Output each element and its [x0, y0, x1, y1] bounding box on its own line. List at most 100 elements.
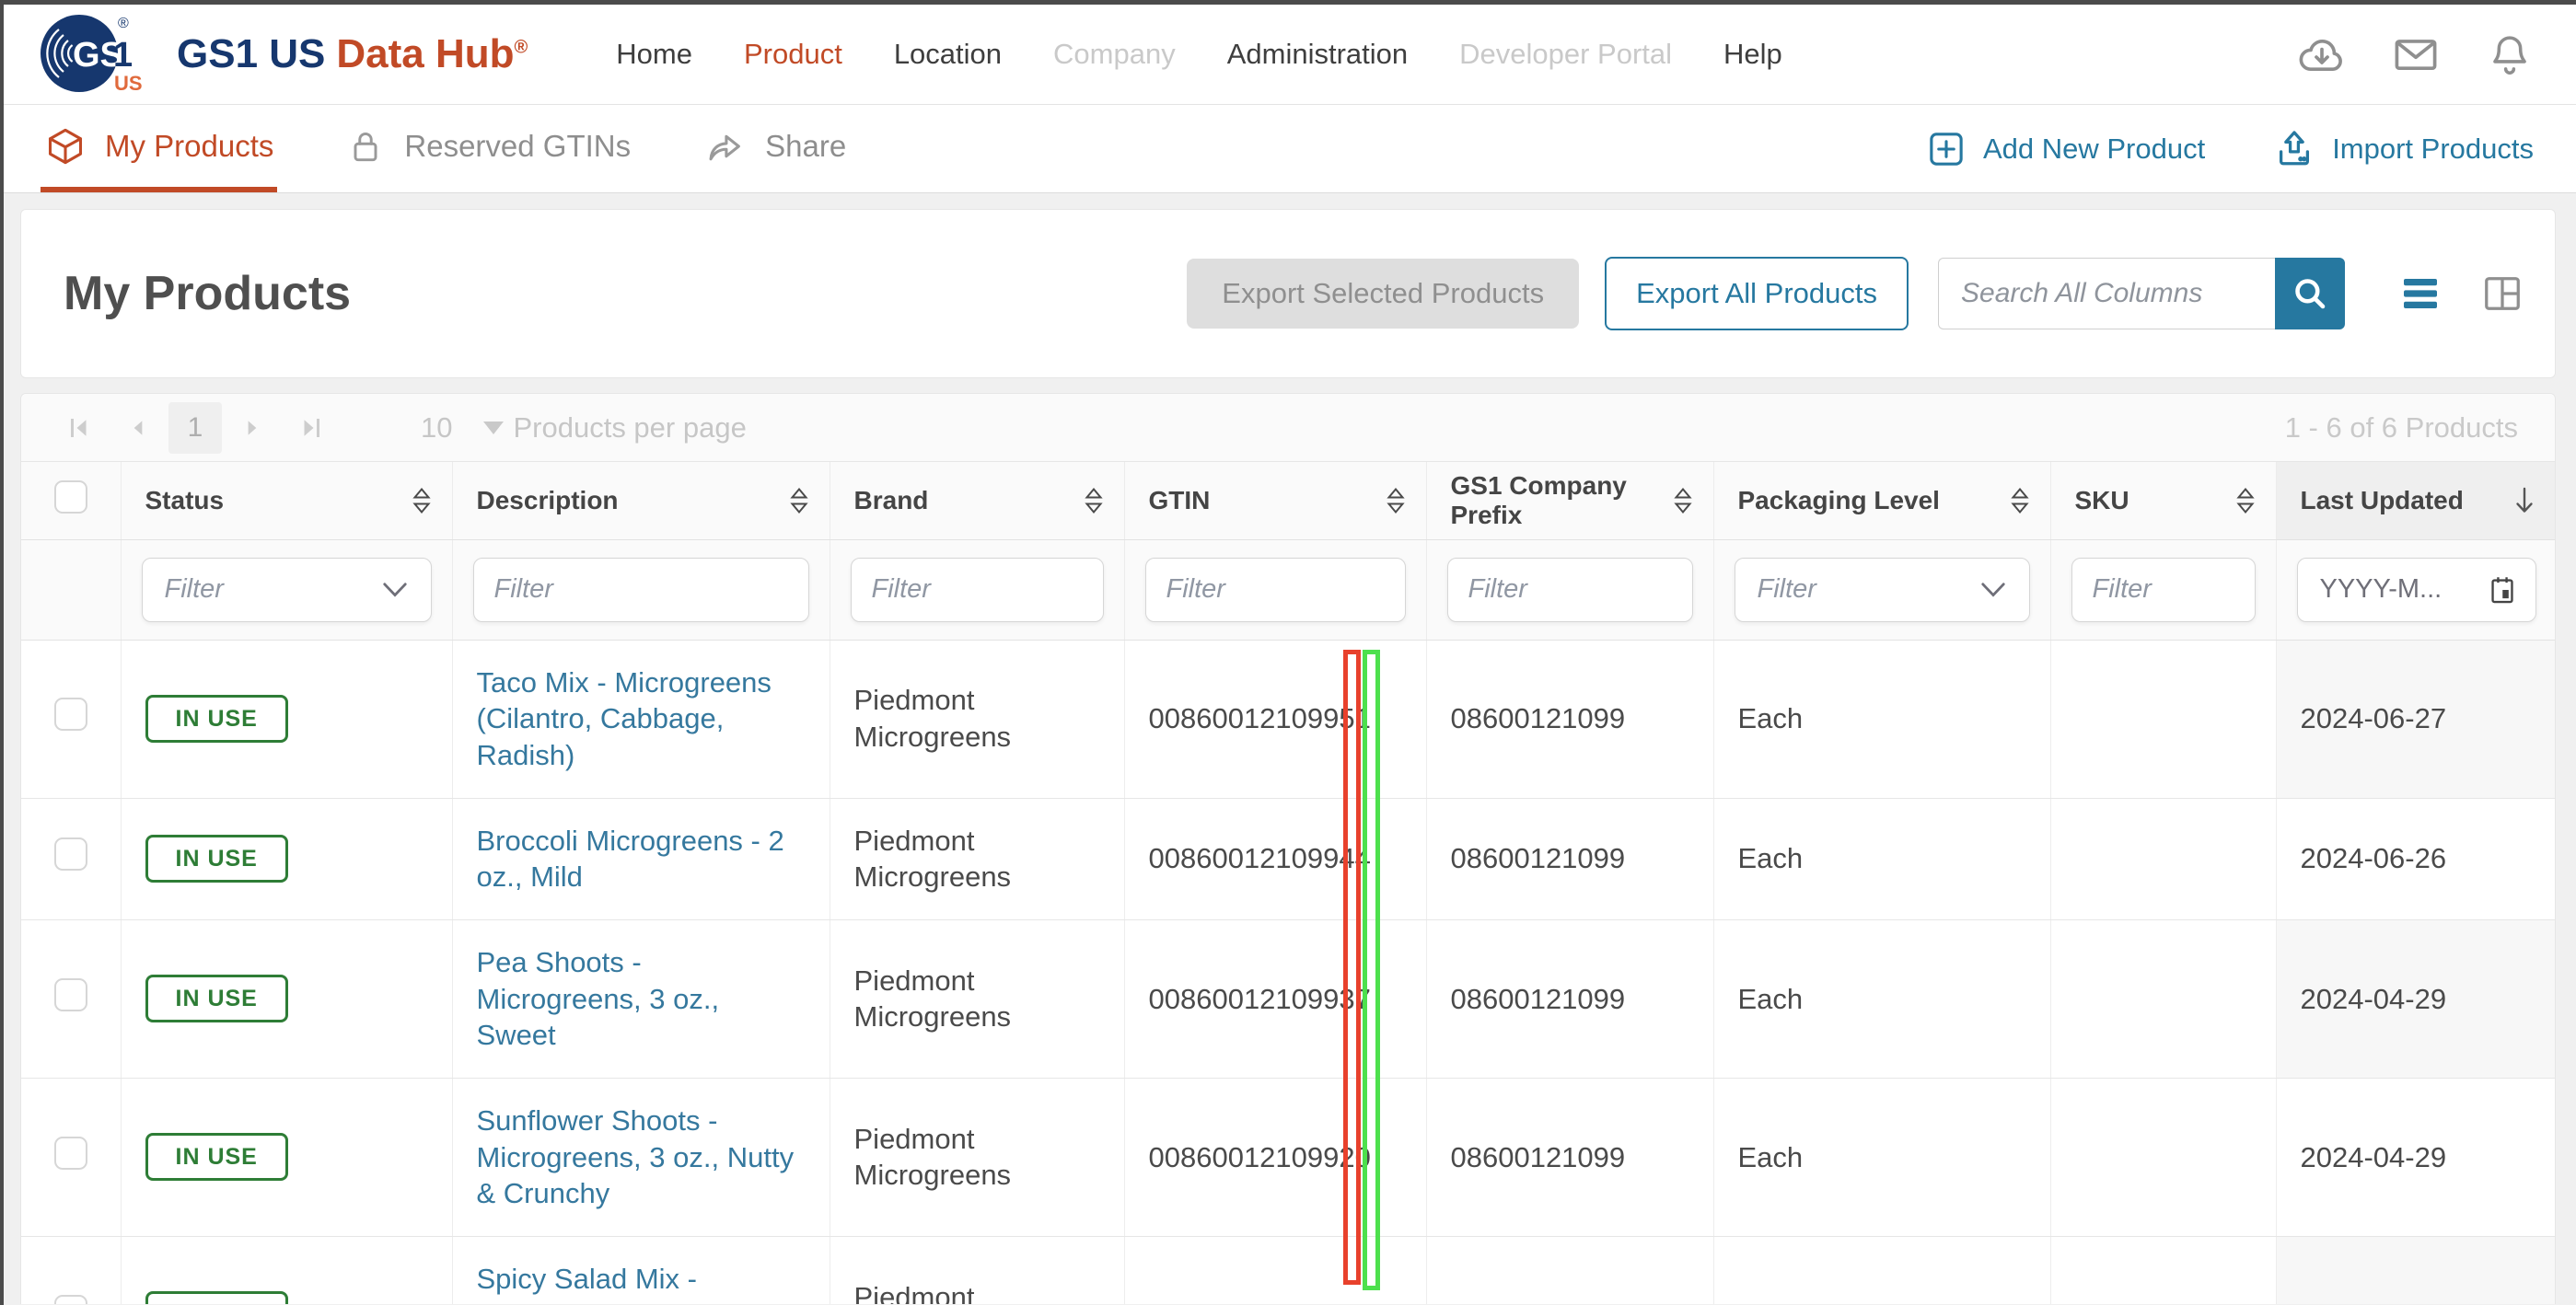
current-page-indicator[interactable]: 1 — [168, 401, 222, 454]
sort-icon — [1673, 487, 1692, 514]
gtin-cell: 00860012109913 — [1124, 1236, 1427, 1304]
tab-my-products[interactable]: My Products — [41, 105, 278, 192]
row-checkbox[interactable] — [53, 837, 87, 872]
table-row: IN USE Spicy Salad Mix - Microgreens (Aru… — [21, 1236, 2555, 1304]
tab-reserved-gtins[interactable]: Reserved GTINs — [342, 105, 634, 192]
chevron-down-icon — [1980, 582, 2005, 597]
plus-square-icon — [1930, 132, 1963, 166]
import-products-button[interactable]: Import Products — [2273, 128, 2534, 170]
export-selected-products-button[interactable]: Export Selected Products — [1187, 259, 1580, 329]
page-size-dropdown[interactable]: 10 — [421, 411, 505, 445]
gs1-company-prefix-cell: 08600121099 — [1426, 640, 1714, 799]
tab-actions: Add New Product Import Products — [1926, 105, 2534, 192]
status-filter-select[interactable]: Filter — [141, 557, 432, 622]
cube-icon — [48, 128, 83, 164]
last-page-button[interactable] — [290, 407, 332, 449]
list-view-button[interactable] — [2398, 273, 2443, 314]
table-row: IN USE Pea Shoots - Microgreens, 3 oz., S… — [21, 919, 2555, 1079]
nav-administration[interactable]: Administration — [1227, 38, 1408, 71]
product-description-link[interactable]: Taco Mix - Microgreens (Cilantro, Cabbag… — [477, 666, 772, 771]
last-updated-cell: 2024-04-29 — [2276, 1078, 2555, 1237]
table-row: IN USE Taco Mix - Microgreens (Cilantro, … — [21, 640, 2555, 799]
row-select-cell — [21, 1078, 122, 1237]
last-page-icon — [304, 418, 319, 437]
sku-cell — [2050, 1078, 2277, 1237]
row-select-cell — [21, 1236, 122, 1304]
cloud-download-icon[interactable] — [2296, 31, 2348, 77]
first-page-button[interactable] — [58, 407, 100, 449]
next-page-button[interactable] — [231, 407, 273, 449]
column-header-last-updated[interactable]: Last Updated — [2276, 462, 2555, 540]
nav-location[interactable]: Location — [894, 38, 1002, 71]
description-filter-input[interactable] — [472, 557, 809, 622]
nav-home[interactable]: Home — [616, 38, 692, 71]
gs1-company-prefix-cell: 08600121099 — [1426, 798, 1714, 920]
search-button[interactable] — [2275, 258, 2345, 329]
row-checkbox[interactable] — [53, 1136, 87, 1170]
header-icon-group — [2296, 31, 2535, 77]
search-icon — [2295, 279, 2326, 309]
nav-help[interactable]: Help — [1723, 38, 1782, 71]
page-size-label: Products per page — [513, 410, 747, 444]
last-updated-filter-input[interactable]: YYYY-M... — [2296, 557, 2536, 622]
select-all-checkbox[interactable] — [53, 480, 87, 514]
last-updated-cell: 2024-04-29 — [2276, 1236, 2555, 1304]
gs1-company-prefix-filter-input[interactable] — [1446, 557, 1693, 622]
sort-icon — [1386, 487, 1405, 514]
packaging-level-cell: Each — [1713, 1078, 2051, 1237]
gs1-us-logo-icon: GS 1 ® US — [41, 15, 143, 95]
lock-icon — [354, 132, 377, 161]
column-header-sku[interactable]: SKU — [2050, 462, 2277, 540]
svg-text:1: 1 — [113, 36, 133, 75]
product-description-link[interactable]: Sunflower Shoots - Microgreens, 3 oz., N… — [477, 1104, 795, 1209]
title-panel: My Products Export Selected Products Exp… — [20, 209, 2556, 378]
row-checkbox[interactable] — [53, 698, 87, 732]
packaging-level-cell: Each — [1713, 1236, 2051, 1304]
toolbar: Export Selected Products Export All Prod… — [1187, 257, 2524, 330]
add-new-product-button[interactable]: Add New Product — [1926, 129, 2205, 169]
table-row: IN USE Sunflower Shoots - Microgreens, 3 … — [21, 1078, 2555, 1237]
column-header-status[interactable]: Status — [121, 462, 453, 540]
previous-page-button[interactable] — [117, 407, 159, 449]
table-row: IN USE Broccoli Microgreens - 2 oz., Mild… — [21, 798, 2555, 920]
description-cell: Taco Mix - Microgreens (Cilantro, Cabbag… — [452, 640, 830, 799]
column-header-gtin[interactable]: GTIN — [1124, 462, 1427, 540]
products-table-panel: 1 10 Products per page 1 - 6 of 6 Produc… — [20, 393, 2556, 1304]
row-checkbox[interactable] — [53, 1294, 87, 1304]
tabs: My Products Reserved GTINs Share — [41, 105, 850, 192]
sku-cell — [2050, 640, 2277, 799]
status-badge: IN USE — [145, 975, 288, 1023]
brand: GS 1 ® US GS1 US Data Hub® — [37, 13, 528, 96]
brand-filter-input[interactable] — [850, 557, 1104, 622]
column-header-description[interactable]: Description — [452, 462, 830, 540]
nav-product[interactable]: Product — [744, 38, 842, 71]
table-filter-row: Filter Filter Filter Filter Filter Filte… — [21, 539, 2555, 641]
column-header-packaging-level[interactable]: Packaging Level — [1713, 462, 2051, 540]
gtin-filter-input[interactable] — [1144, 557, 1406, 622]
sort-icon — [789, 487, 808, 514]
product-description-link[interactable]: Pea Shoots - Microgreens, 3 oz., Sweet — [477, 946, 720, 1051]
row-checkbox[interactable] — [53, 977, 87, 1011]
last-updated-cell: 2024-04-29 — [2276, 919, 2555, 1079]
sku-filter-input[interactable] — [2071, 557, 2256, 622]
product-description-link[interactable]: Broccoli Microgreens - 2 oz., Mild — [477, 825, 784, 894]
previous-page-icon — [133, 420, 143, 435]
product-description-link[interactable]: Spicy Salad Mix - Microgreens (Arugula, … — [477, 1263, 772, 1304]
search-input[interactable] — [1938, 258, 2275, 329]
sku-cell — [2050, 798, 2277, 920]
packaging-level-filter-select[interactable]: Filter — [1734, 557, 2030, 622]
last-updated-cell: 2024-06-27 — [2276, 640, 2555, 799]
export-all-products-button[interactable]: Export All Products — [1605, 257, 1909, 330]
bell-icon[interactable] — [2484, 31, 2535, 77]
mail-icon[interactable] — [2390, 31, 2442, 77]
column-layout-button[interactable] — [2481, 273, 2524, 314]
status-badge: IN USE — [145, 1291, 288, 1304]
gtin-cell: 00860012109951 — [1124, 640, 1427, 799]
column-header-brand[interactable]: Brand — [830, 462, 1125, 540]
tab-share[interactable]: Share — [699, 105, 850, 192]
search-box — [1938, 258, 2345, 329]
table-header-row: Status Description Brand GTIN GS1 Compan… — [21, 462, 2555, 540]
column-header-gs1-company-prefix[interactable]: GS1 Company Prefix — [1426, 462, 1714, 540]
status-badge: IN USE — [145, 695, 288, 743]
results-range-label: 1 - 6 of 6 Products — [2284, 410, 2518, 444]
